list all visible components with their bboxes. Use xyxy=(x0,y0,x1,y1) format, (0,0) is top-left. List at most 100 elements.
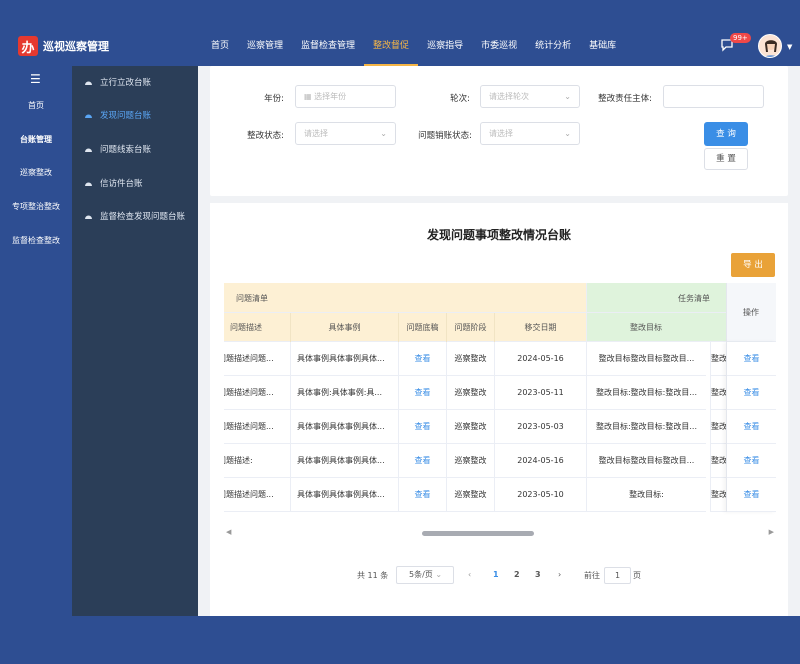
cell-stage: 巡察整改 xyxy=(446,444,494,478)
sidebar-item-special[interactable]: 专项整治整改 xyxy=(0,201,72,212)
top-nav: 首页 巡察管理 监督检查管理 整改督促 巡察指导 市委巡视 统计分析 基础库 xyxy=(202,28,625,66)
app-logo[interactable]: 办 巡视巡察管理 xyxy=(18,36,109,56)
cell-desc: 问题描述: xyxy=(224,444,290,478)
topnav-statistics[interactable]: 统计分析 xyxy=(526,28,580,66)
group-header-issues xyxy=(224,283,586,313)
scroll-left-icon[interactable]: ◀ xyxy=(226,528,231,536)
cell-draft-link[interactable]: 查看 xyxy=(398,342,446,376)
subnav-item-immediate[interactable]: 立行立改台账 xyxy=(84,76,151,88)
secondary-sidebar: 立行立改台账 发现问题台账 问题线索台账 信访件台账 监督检查发现问题台账 xyxy=(72,66,198,616)
query-button[interactable]: 查 询 xyxy=(704,122,748,146)
cell-desc: 问题描述问题... xyxy=(224,410,290,444)
dashboard-icon xyxy=(85,114,92,118)
sidebar-item-supervision[interactable]: 监督检查整改 xyxy=(0,235,72,246)
page-1[interactable]: 1 xyxy=(493,570,499,579)
round-label: 轮次: xyxy=(450,94,470,104)
page-3[interactable]: 3 xyxy=(535,570,541,579)
primary-sidebar: ☰ 首页 台账管理 巡察整改 专项整治整改 监督检查整改 xyxy=(0,66,72,616)
status-select[interactable]: 请选择 ⌄ xyxy=(295,122,396,145)
topnav-home[interactable]: 首页 xyxy=(202,28,238,66)
cell-task-extra: 整改 xyxy=(710,342,726,376)
subnav-item-clues[interactable]: 问题线索台账 xyxy=(84,143,151,155)
cell-stage: 巡察整改 xyxy=(446,342,494,376)
ops-column xyxy=(726,342,776,512)
page-suffix: 页 xyxy=(633,571,641,580)
topnav-supervision[interactable]: 监督检查管理 xyxy=(292,28,364,66)
goto-page-input[interactable]: 1 xyxy=(604,567,631,584)
cell-task-extra: 整改 xyxy=(710,410,726,444)
calendar-icon: ▦ xyxy=(304,92,315,101)
subnav-item-supervision-issues[interactable]: 监督检查发现问题台账 xyxy=(84,210,185,222)
closure-label: 问题销账状态: xyxy=(418,131,472,141)
reset-button[interactable]: 重 置 xyxy=(704,148,748,170)
subnav-label: 问题线索台账 xyxy=(100,145,152,155)
cell-date: 2024-05-16 xyxy=(494,444,586,478)
pagination-total: 共 11 条 xyxy=(357,571,389,580)
export-button[interactable]: 导 出 xyxy=(731,253,775,277)
col-ops: 操作 xyxy=(743,308,759,317)
next-page-icon[interactable]: › xyxy=(558,570,561,579)
cell-target: 整改目标:整改目标:整改目... xyxy=(586,376,706,410)
group-tasks-label: 任务清单 xyxy=(678,293,710,303)
cell-target: 整改目标:整改目标:整改目... xyxy=(586,410,706,444)
dashboard-icon xyxy=(85,81,92,85)
topnav-base[interactable]: 基础库 xyxy=(580,28,625,66)
cell-desc: 问题描述问题... xyxy=(224,376,290,410)
page-2[interactable]: 2 xyxy=(514,570,520,579)
round-placeholder: 请选择轮次 xyxy=(489,92,529,101)
cell-date: 2024-05-16 xyxy=(494,342,586,376)
cell-date: 2023-05-11 xyxy=(494,376,586,410)
scrollbar-thumb[interactable] xyxy=(422,531,534,536)
col-draft: 问题底稿 xyxy=(398,313,446,342)
chevron-down-icon: ⌄ xyxy=(435,570,443,579)
year-label: 年份: xyxy=(264,94,284,104)
page-size-value: 5条/页 xyxy=(409,570,433,579)
dashboard-icon xyxy=(85,182,92,186)
cell-desc: 问题描述问题... xyxy=(224,478,290,512)
cell-draft-link[interactable]: 查看 xyxy=(398,410,446,444)
sidebar-item-home[interactable]: 首页 xyxy=(0,100,72,111)
round-select[interactable]: 请选择轮次 ⌄ xyxy=(480,85,580,108)
topnav-rectification[interactable]: 整改督促 xyxy=(364,28,419,66)
closure-select[interactable]: 请选择 ⌄ xyxy=(480,122,580,145)
subnav-label: 信访件台账 xyxy=(100,179,143,189)
col-stage: 问题阶段 xyxy=(446,313,494,342)
cell-task-extra: 整改 xyxy=(710,376,726,410)
cell-date: 2023-05-03 xyxy=(494,410,586,444)
cell-example: 具体事例具体事例具体... xyxy=(290,342,398,376)
sidebar-item-patrol-rectify[interactable]: 巡察整改 xyxy=(0,167,72,178)
goto-label: 前往 xyxy=(584,571,600,580)
cell-example: 具体事例具体事例具体... xyxy=(290,478,398,512)
notification-badge: 99+ xyxy=(730,33,751,43)
cell-example: 具体事例:具体事例:具... xyxy=(290,376,398,410)
group-issues-label: 问题清单 xyxy=(236,293,268,303)
chevron-down-icon[interactable]: ▼ xyxy=(787,43,792,51)
app-title: 巡视巡察管理 xyxy=(43,40,109,53)
year-placeholder: 选择年份 xyxy=(314,92,347,101)
cell-stage: 巡察整改 xyxy=(446,478,494,512)
prev-page-icon[interactable]: ‹ xyxy=(468,570,471,579)
page-size-select[interactable]: 5条/页 ⌄ xyxy=(396,566,454,584)
closure-placeholder: 请选择 xyxy=(489,129,513,138)
menu-icon[interactable]: ☰ xyxy=(30,72,41,86)
cell-task-extra: 整改 xyxy=(710,478,726,512)
status-placeholder: 请选择 xyxy=(304,129,328,138)
topnav-city-patrol[interactable]: 市委巡视 xyxy=(472,28,526,66)
cell-draft-link[interactable]: 查看 xyxy=(398,444,446,478)
topnav-patrol[interactable]: 巡察管理 xyxy=(238,28,292,66)
year-field[interactable]: ▦ 选择年份 xyxy=(295,85,396,108)
cell-draft-link[interactable]: 查看 xyxy=(398,478,446,512)
sidebar-item-ledger[interactable]: 台账管理 xyxy=(0,134,72,145)
subject-field[interactable] xyxy=(663,85,764,108)
cell-draft-link[interactable]: 查看 xyxy=(398,376,446,410)
dashboard-icon xyxy=(85,215,92,219)
scroll-right-icon[interactable]: ▶ xyxy=(769,528,774,536)
cell-stage: 巡察整改 xyxy=(446,376,494,410)
topnav-guidance[interactable]: 巡察指导 xyxy=(418,28,472,66)
cell-target: 整改目标整改目标整改目... xyxy=(586,444,706,478)
subnav-item-issues[interactable]: 发现问题台账 xyxy=(84,109,151,121)
subnav-label: 立行立改台账 xyxy=(100,78,152,88)
col-target: 整改目标 xyxy=(630,323,662,332)
subnav-item-letters[interactable]: 信访件台账 xyxy=(84,177,143,189)
avatar[interactable] xyxy=(758,34,782,58)
